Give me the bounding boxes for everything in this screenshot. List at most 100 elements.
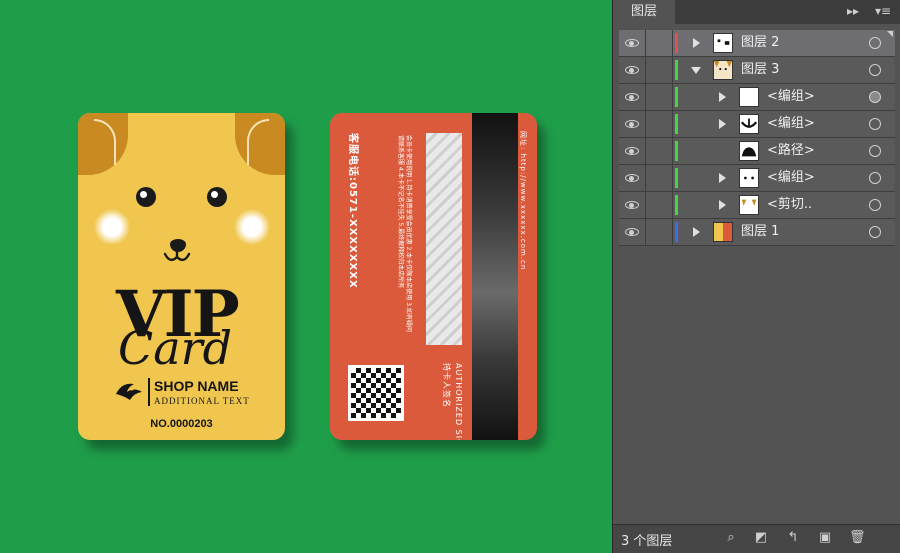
layer-thumbnail — [739, 114, 759, 134]
visibility-toggle[interactable] — [619, 57, 646, 83]
expand-arrow-icon[interactable] — [693, 38, 700, 48]
layer-color-bar — [675, 114, 678, 134]
expand-arrow-icon[interactable] — [719, 200, 726, 210]
lock-toggle[interactable] — [646, 84, 673, 110]
lock-toggle[interactable] — [646, 138, 673, 164]
expand-arrow-icon[interactable] — [719, 173, 726, 183]
target-circle-icon[interactable] — [869, 37, 881, 49]
dog-cheek-left — [94, 209, 130, 245]
eye-icon[interactable] — [625, 228, 639, 236]
layer-color-bar — [675, 33, 678, 53]
magnetic-strip — [472, 113, 518, 440]
panel-footer: 3 个图层 ⌕ ◩ ↰ ▣ 🗑 — [613, 524, 900, 553]
layer-thumbnail — [739, 195, 759, 215]
lock-toggle[interactable] — [646, 165, 673, 191]
eye-icon[interactable] — [625, 39, 639, 47]
lock-toggle[interactable] — [646, 57, 673, 83]
layer-color-bar — [675, 87, 678, 107]
artboard-canvas: VIP Card SHOP NAME ADDITIONAL TEXT NO.00… — [0, 0, 612, 553]
new-layer-icon[interactable]: ▣ — [817, 530, 833, 546]
selection-corner-icon — [887, 31, 893, 37]
lock-toggle[interactable] — [646, 219, 673, 245]
card-number: NO.0000203 — [150, 418, 213, 430]
tab-layers[interactable]: 图层 — [613, 0, 675, 24]
dog-mouth — [163, 251, 191, 262]
layer-row[interactable]: 图层 3 — [619, 57, 895, 84]
layer-color-bar — [675, 168, 678, 188]
signature-panel — [426, 133, 462, 345]
target-circle-icon[interactable] — [869, 118, 881, 130]
eye-icon[interactable] — [625, 147, 639, 155]
target-circle-icon[interactable] — [869, 91, 881, 103]
authorized-cn: 持卡人签名 — [442, 363, 451, 408]
visibility-toggle[interactable] — [619, 30, 646, 56]
visibility-toggle[interactable] — [619, 111, 646, 137]
layer-thumbnail — [713, 222, 733, 242]
locate-icon[interactable]: ⌕ — [723, 530, 739, 546]
make-clipping-mask-icon[interactable]: ◩ — [753, 530, 769, 546]
delete-icon[interactable]: 🗑 — [849, 530, 866, 546]
eye-icon[interactable] — [625, 93, 639, 101]
lock-toggle[interactable] — [646, 192, 673, 218]
layer-name[interactable]: <剪切.. — [767, 192, 812, 218]
new-sublayer-icon[interactable]: ↰ — [785, 530, 801, 546]
layer-thumbnail — [713, 33, 733, 53]
visibility-toggle[interactable] — [619, 192, 646, 218]
shop-divider — [148, 378, 150, 406]
target-circle-icon[interactable] — [869, 145, 881, 157]
layer-color-bar — [675, 222, 678, 242]
shop-name: SHOP NAME — [154, 378, 239, 394]
website-url: 网址: http://www.xxxxxx.com.cn — [519, 131, 527, 271]
target-circle-icon[interactable] — [869, 199, 881, 211]
layer-name[interactable]: <路径> — [767, 138, 815, 164]
eye-icon[interactable] — [625, 120, 639, 128]
dog-cheek-right — [234, 209, 270, 245]
layer-row[interactable]: <路径> — [619, 138, 895, 165]
layer-row[interactable]: <编组> — [619, 111, 895, 138]
layer-name[interactable]: 图层 2 — [741, 30, 779, 56]
visibility-toggle[interactable] — [619, 219, 646, 245]
layer-row[interactable]: <编组> — [619, 84, 895, 111]
lock-toggle[interactable] — [646, 30, 673, 56]
target-circle-icon[interactable] — [869, 226, 881, 238]
authorized-en: AUTHORIZED SIGNATURE — [454, 363, 463, 440]
expand-arrow-icon[interactable] — [719, 92, 726, 102]
usage-rules: 会员卡使用说明 1.持卡消费享受会员优惠 2.本卡仅限本店使用 3.如有疑问请联… — [397, 135, 412, 332]
dog-ear-right — [235, 113, 285, 175]
service-hotline: 客服电话:0571-XXXXXXXX — [347, 133, 358, 289]
lock-toggle[interactable] — [646, 111, 673, 137]
additional-text: ADDITIONAL TEXT — [154, 396, 250, 406]
panel-menu-icon[interactable]: ▾≡ — [875, 4, 891, 18]
visibility-toggle[interactable] — [619, 165, 646, 191]
layer-thumbnail — [739, 168, 759, 188]
double-chevron-icon[interactable]: ▸▸ — [847, 4, 859, 18]
eye-icon[interactable] — [625, 174, 639, 182]
authorized-signature-label: AUTHORIZED SIGNATURE 持卡人签名 — [440, 363, 464, 440]
layer-row[interactable]: 图层 1 — [619, 219, 895, 246]
dog-ear-left — [78, 113, 128, 175]
target-circle-icon[interactable] — [869, 172, 881, 184]
layer-row[interactable]: <剪切.. — [619, 192, 895, 219]
expand-arrow-icon[interactable] — [719, 119, 726, 129]
layer-name[interactable]: <编组> — [767, 111, 815, 137]
visibility-toggle[interactable] — [619, 138, 646, 164]
layer-count: 3 个图层 — [621, 534, 673, 549]
vip-card-front[interactable]: VIP Card SHOP NAME ADDITIONAL TEXT NO.00… — [78, 113, 285, 440]
layer-name[interactable]: <编组> — [767, 165, 815, 191]
qr-code — [348, 365, 404, 421]
target-circle-icon[interactable] — [869, 64, 881, 76]
vip-card-back[interactable]: 客服电话:0571-XXXXXXXX 会员卡使用说明 1.持卡消费享受会员优惠 … — [330, 113, 537, 440]
layer-name[interactable]: <编组> — [767, 84, 815, 110]
layer-name[interactable]: 图层 1 — [741, 219, 779, 245]
eye-icon[interactable] — [625, 66, 639, 74]
dog-eye-left — [136, 187, 156, 207]
dog-eye-right — [207, 187, 227, 207]
layer-name[interactable]: 图层 3 — [741, 57, 779, 83]
visibility-toggle[interactable] — [619, 84, 646, 110]
eye-icon[interactable] — [625, 201, 639, 209]
layer-thumbnail — [713, 60, 733, 80]
expand-arrow-icon[interactable] — [693, 227, 700, 237]
layer-row[interactable]: 图层 2 — [619, 30, 895, 57]
collapse-arrow-icon[interactable] — [691, 67, 701, 74]
layer-row[interactable]: <编组> — [619, 165, 895, 192]
